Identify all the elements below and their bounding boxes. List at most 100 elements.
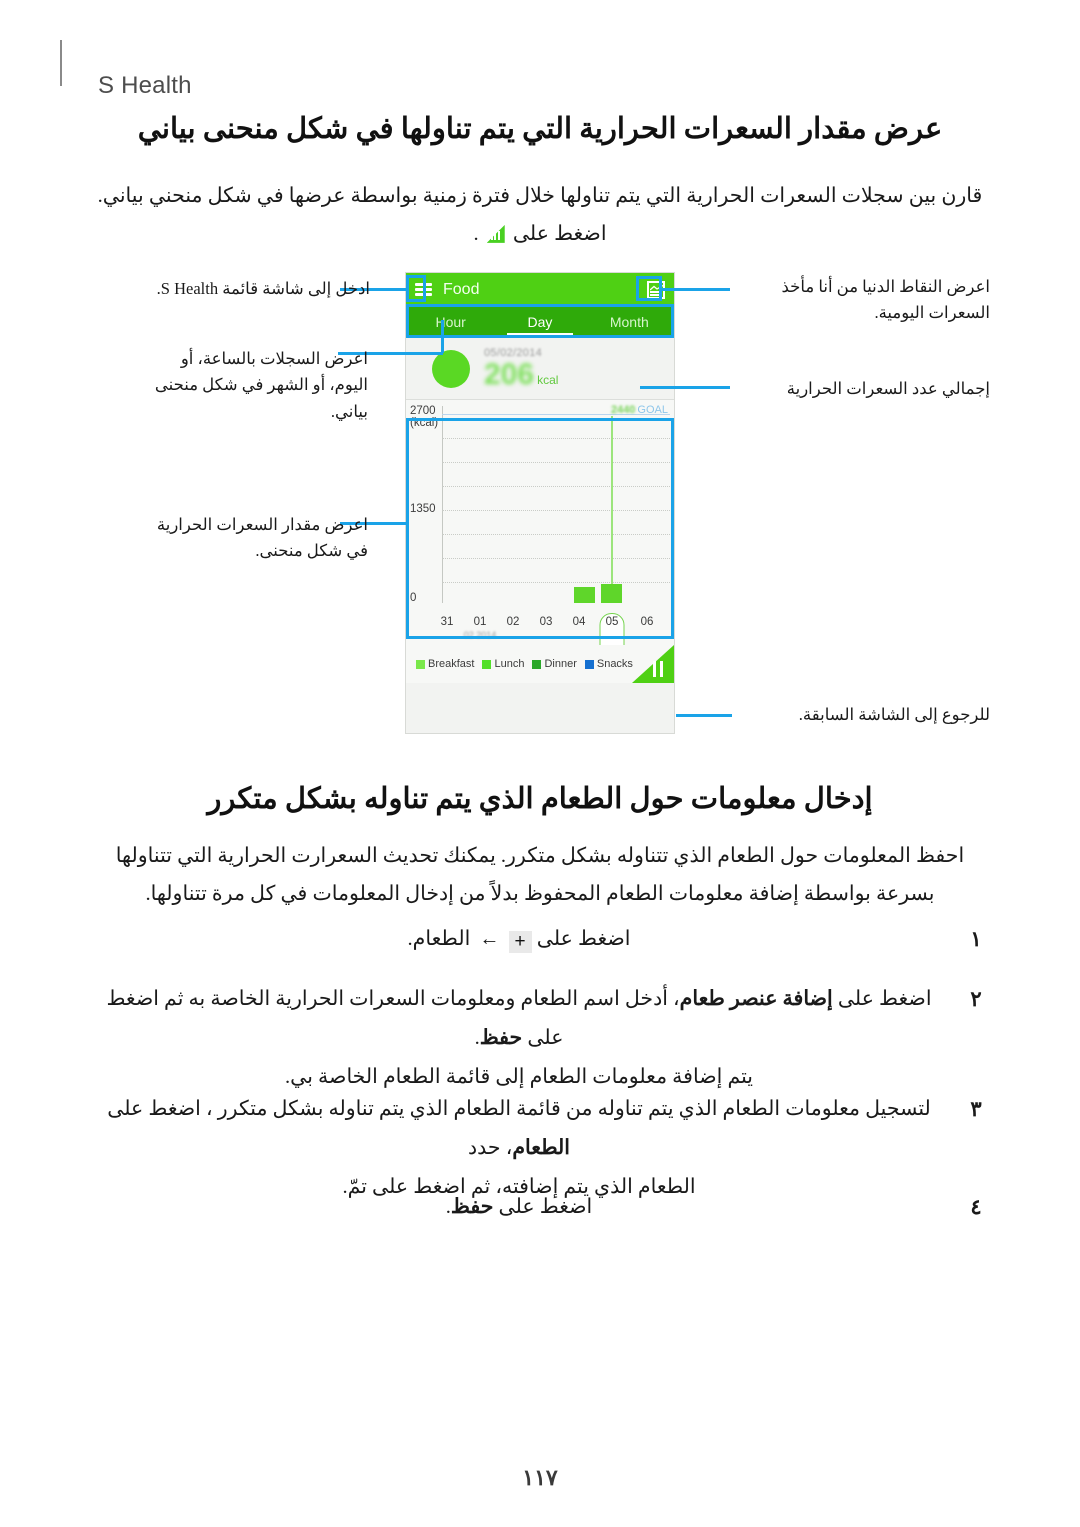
gridline xyxy=(442,534,670,536)
period-tabbar: Hour Day Month xyxy=(406,306,674,338)
step-4-emphasis-save: حفظ xyxy=(450,1196,494,1218)
summary-calorie-value: 206 xyxy=(484,358,535,391)
callout-tabs: اعرض السجلات بالساعة، أو اليوم، أو الشهر… xyxy=(154,349,368,421)
selection-stem xyxy=(611,416,613,603)
gridline xyxy=(442,486,670,488)
chart-legend: Breakfast Lunch Dinner Snacks xyxy=(406,645,674,683)
goal-text: GOAL xyxy=(637,404,668,416)
y-axis-line xyxy=(442,406,443,603)
intro-paragraph-repeat: احفظ المعلومات حول الطعام الذي تتناوله ب… xyxy=(115,845,965,905)
header-title: S Health xyxy=(98,72,192,99)
cutlery-fab-button[interactable] xyxy=(632,645,674,683)
app-bar: Food xyxy=(406,273,674,306)
x-tick-01: 01 xyxy=(473,616,487,628)
summary-progress-dot xyxy=(432,349,470,388)
step-4: ٤ اضغط على حفظ. xyxy=(90,1188,990,1227)
x-axis-month-label: 02 2014 xyxy=(463,630,497,640)
step-2-text: اضغط على إضافة عنصر طعام، أدخل اسم الطعا… xyxy=(90,980,948,1097)
callout-back: للرجوع إلى الشاشة السابقة. xyxy=(798,705,990,724)
step-1-number: ١ xyxy=(970,927,982,951)
leader-total xyxy=(640,386,730,389)
chart-icon xyxy=(486,224,505,243)
step-2-emphasis-add-food: إضافة عنصر طعام xyxy=(679,988,833,1010)
calorie-bar-chart[interactable]: 2440 GOAL 2700 (kcal) 1350 0 xyxy=(406,400,674,615)
legend-item-dinner: Dinner xyxy=(532,658,577,670)
legend-item-lunch: Lunch xyxy=(482,658,524,670)
gridline xyxy=(442,462,670,464)
x-tick-31: 31 xyxy=(440,616,454,628)
legend-item-snacks: Snacks xyxy=(584,658,633,670)
intro-paragraph-period: . xyxy=(473,222,479,245)
plus-icon[interactable]: + xyxy=(508,931,532,953)
legend-swatch-breakfast xyxy=(416,659,425,669)
summary-calorie-unit: kcal xyxy=(537,373,559,387)
legend-swatch-lunch xyxy=(482,659,492,669)
goal-value: 2440 xyxy=(610,404,636,416)
gridline xyxy=(442,582,670,584)
tab-hour[interactable]: Hour xyxy=(406,306,495,338)
callout-menu: ادخل إلى شاشة قائمة S Health. xyxy=(156,279,370,298)
summary-text-block: 05/02/2014 206 kcal xyxy=(484,347,558,390)
legend-item-breakfast: Breakfast xyxy=(416,658,474,670)
step-4-pre: اضغط على xyxy=(493,1196,593,1218)
callout-graph: اعرض مقدار السعرات الحرارية في شكل منحنى… xyxy=(156,515,368,561)
cutlery-icon xyxy=(652,661,666,677)
hamburger-icon[interactable] xyxy=(415,283,432,296)
x-axis: 31 01 02 03 04 05 06 02 2014 xyxy=(406,613,674,657)
callout-total: إجمالي عدد السعرات الحرارية xyxy=(786,379,990,398)
legend-label-dinner: Dinner xyxy=(544,658,577,670)
intro-paragraph-graph: قارن بين سجلات السعرات الحرارية التي يتم… xyxy=(90,178,990,254)
phone-screenshot: Food Hour Day Month 05/02/2014 206 kcal xyxy=(405,272,675,734)
x-tick-06: 06 xyxy=(640,616,654,628)
step-2-line1-a: اضغط على xyxy=(832,988,932,1010)
gridline xyxy=(442,510,670,512)
daily-summary-row: 05/02/2014 206 kcal xyxy=(406,338,674,400)
step-4-text: اضغط على حفظ. xyxy=(90,1188,948,1227)
intro-paragraph-text: قارن بين سجلات السعرات الحرارية التي يتم… xyxy=(97,185,983,245)
callout-chart-icon: اعرض النقاط الدنيا من أنا مأخذ السعرات ا… xyxy=(781,277,990,323)
step-2-emphasis-save: حفظ xyxy=(479,1026,523,1049)
step-3-line1-a: لتسجيل معلومات الطعام الذي يتم تناوله من… xyxy=(107,1098,931,1120)
bar-04 xyxy=(574,587,595,603)
x-tick-05: 05 xyxy=(605,616,619,628)
step-1-pre: اضغط على xyxy=(536,928,631,950)
step-1: ١ اضغط على + ← الطعام. xyxy=(90,920,990,959)
page-title-repeat: إدخال معلومات حول الطعام الذي يتم تناوله… xyxy=(207,783,873,815)
gridline xyxy=(442,438,670,440)
page-number: ١١٧ xyxy=(522,1465,558,1490)
bar-05 xyxy=(601,584,622,603)
y-tick-max: 2700 (kcal) xyxy=(410,405,438,429)
tab-day[interactable]: Day xyxy=(495,306,584,338)
tab-month[interactable]: Month xyxy=(585,306,674,338)
leader-tabs-vertical xyxy=(441,320,444,353)
page-header: S Health xyxy=(0,34,1080,99)
legend-label-lunch: Lunch xyxy=(494,658,525,670)
step-3-emphasis-food: الطعام xyxy=(512,1136,570,1159)
app-bar-title: Food xyxy=(443,280,480,298)
leader-chart-icon xyxy=(662,288,730,291)
step-2: ٢ اضغط على إضافة عنصر طعام، أدخل اسم الط… xyxy=(90,980,990,1097)
step-1-text: اضغط على + ← الطعام. xyxy=(90,920,948,959)
y-tick-zero: 0 xyxy=(410,592,417,604)
step-4-number: ٤ xyxy=(970,1195,982,1219)
x-tick-04: 04 xyxy=(572,616,586,628)
x-tick-03: 03 xyxy=(539,616,553,628)
step-2-line1-c: ، أدخل اسم الطعام ومعلومات السعرات الحرا… xyxy=(106,988,680,1049)
y-axis-unit: (kcal) xyxy=(410,417,439,430)
gridline xyxy=(442,558,670,560)
legend-label-snacks: Snacks xyxy=(596,658,633,670)
y-tick-max-value: 2700 xyxy=(410,405,436,417)
arrow-icon: ← xyxy=(479,928,500,950)
step-2-number: ٢ xyxy=(970,987,982,1011)
goal-label: 2440 GOAL xyxy=(611,404,668,416)
y-tick-mid: 1350 xyxy=(410,503,436,515)
legend-swatch-snacks xyxy=(584,659,594,669)
leader-back xyxy=(676,714,732,717)
page-title-graph: عرض مقدار السعرات الحرارية التي يتم تناو… xyxy=(137,113,943,145)
legend-swatch-dinner xyxy=(532,659,542,669)
step-3-line1-c: ، حدد xyxy=(468,1136,513,1159)
step-3-number: ٣ xyxy=(970,1097,982,1121)
x-tick-02: 02 xyxy=(506,616,520,628)
legend-label-breakfast: Breakfast xyxy=(428,658,475,670)
step-1-post: الطعام. xyxy=(407,928,471,950)
